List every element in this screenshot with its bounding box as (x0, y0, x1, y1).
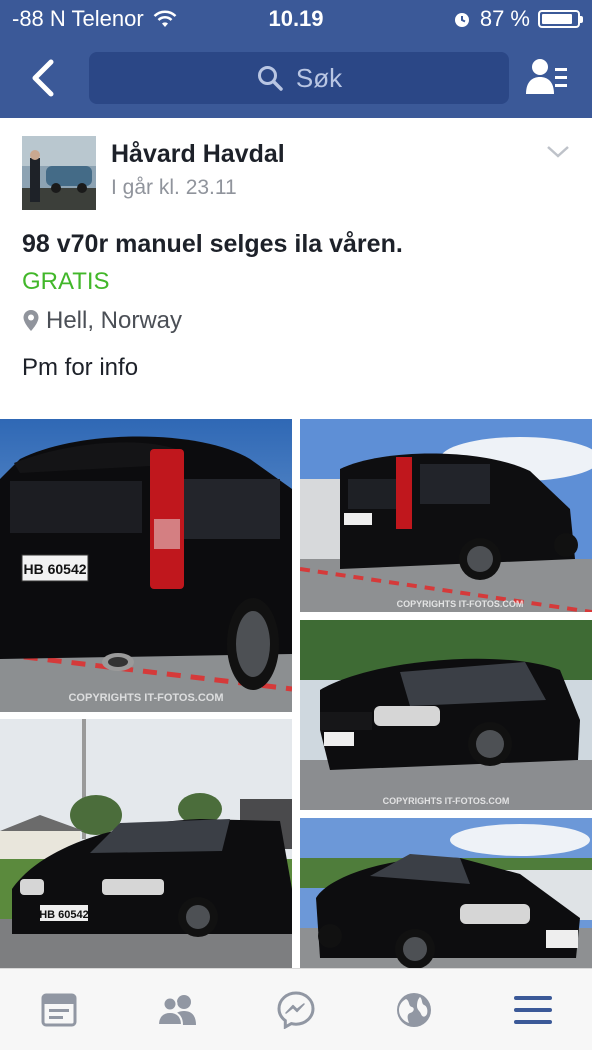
menu-icon (514, 996, 552, 1024)
top-header: -88 N Telenor 10.19 87 % Søk (0, 0, 592, 118)
photo-front-angle[interactable] (300, 818, 592, 969)
search-icon (257, 66, 283, 91)
location-pin-icon (23, 310, 39, 331)
status-bar: -88 N Telenor 10.19 87 % (0, 0, 592, 40)
watermark-3: COPYRIGHTS IT-FOTOS.COM (383, 796, 510, 806)
post-author[interactable]: Håvard Havdal (111, 140, 285, 169)
avatar[interactable] (22, 136, 96, 210)
status-right-group: 87 % (452, 6, 583, 32)
battery-level (542, 14, 572, 24)
watermark-2: COPYRIGHTS IT-FOTOS.COM (397, 599, 524, 609)
tab-messenger[interactable] (273, 987, 319, 1033)
friend-requests-icon (526, 59, 567, 94)
alarm-icon (454, 13, 469, 27)
post-body: Pm for info (22, 354, 139, 381)
photo-front-side[interactable]: COPYRIGHTS IT-FOTOS.COM (300, 620, 592, 810)
bottom-tab-bar (0, 968, 592, 1050)
post-location[interactable]: Hell, Norway (22, 307, 182, 335)
battery-percent: 87 % (479, 6, 530, 31)
tab-friends[interactable] (155, 987, 201, 1033)
post-timestamp[interactable]: I går kl. 23.11 (111, 176, 237, 200)
search-placeholder: Søk (295, 62, 343, 93)
friend-requests-button[interactable] (524, 56, 572, 100)
messenger-icon (277, 991, 315, 1029)
news-feed-icon (41, 993, 77, 1027)
tab-notifications[interactable] (391, 987, 437, 1033)
battery-icon (538, 10, 583, 28)
post-title: 98 v70r manuel selges ila våren. (22, 230, 403, 258)
chevron-down-icon[interactable] (546, 144, 570, 160)
watermark-1: COPYRIGHTS IT-FOTOS.COM (68, 692, 223, 704)
tab-news-feed[interactable] (36, 987, 82, 1033)
friends-icon (156, 995, 196, 1026)
photo-rear-side[interactable]: COPYRIGHTS IT-FOTOS.COM (300, 419, 592, 612)
post-price: GRATIS (22, 268, 110, 295)
photo-rear-closeup[interactable]: HB 60542 COPYRIGHTS IT-FOTOS.COM (0, 419, 292, 712)
tab-menu[interactable] (510, 987, 556, 1033)
back-arrow-icon (32, 59, 54, 97)
photo-front-house[interactable]: HB 60542 (0, 719, 292, 969)
plate-text-1: HB 60542 (23, 561, 86, 577)
search-input[interactable]: Søk (89, 52, 509, 104)
back-button[interactable] (22, 56, 62, 100)
location-label: Hell, Norway (46, 307, 183, 334)
plate-text-4: HB 60542 (39, 909, 89, 921)
avatar-photo (22, 136, 96, 210)
globe-icon (397, 993, 431, 1027)
nav-bar: Søk (0, 46, 592, 110)
